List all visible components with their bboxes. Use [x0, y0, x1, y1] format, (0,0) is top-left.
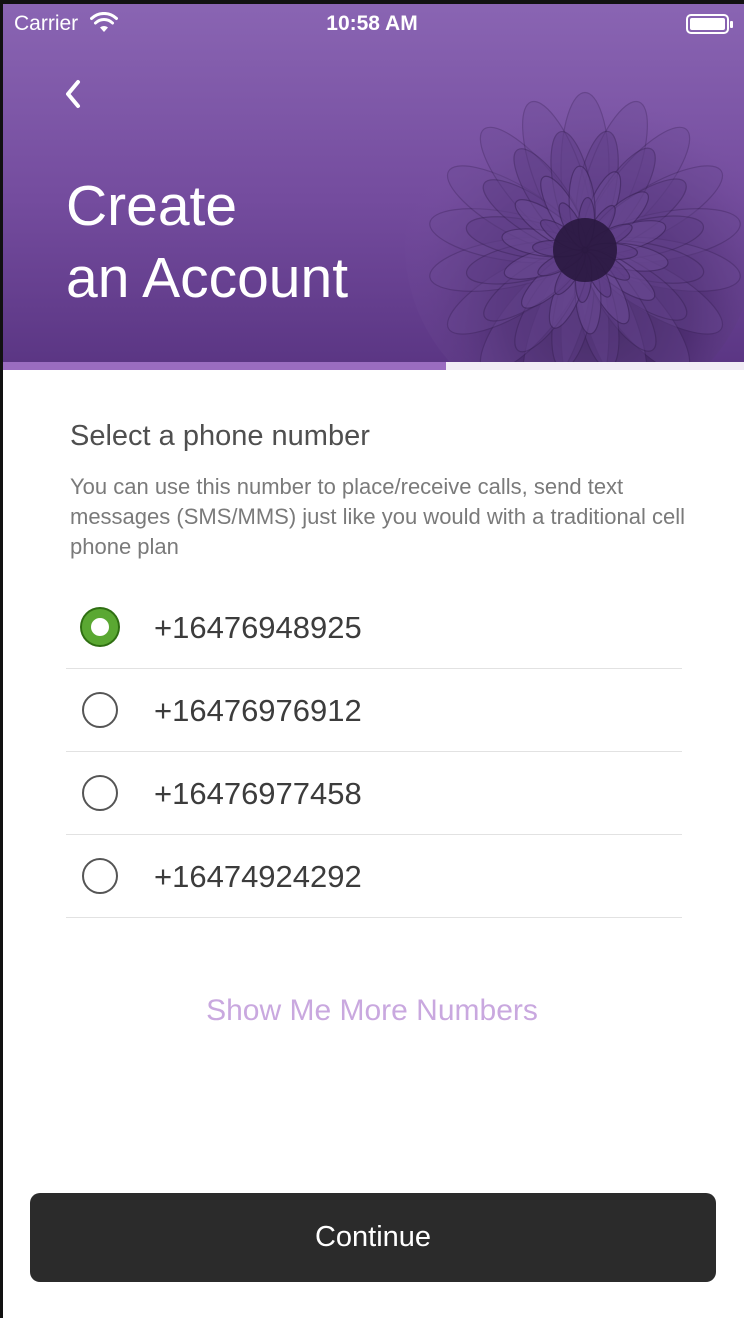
phone-number-label: +16476948925 — [154, 610, 362, 645]
radio-button[interactable] — [82, 775, 118, 811]
progress-bar — [0, 362, 744, 370]
progress-bar-fill — [0, 362, 447, 370]
phone-number-option[interactable]: +16476977458 — [66, 752, 682, 835]
continue-button[interactable]: Continue — [30, 1193, 716, 1282]
radio-button[interactable] — [82, 858, 118, 894]
page-title-line-2: an Account — [66, 246, 349, 310]
phone-number-option[interactable]: +16476976912 — [66, 669, 682, 752]
radio-button[interactable] — [82, 609, 118, 645]
chevron-left-icon — [66, 80, 80, 108]
status-time: 10:58 AM — [326, 12, 418, 35]
page-title: Create an Account — [66, 170, 348, 314]
header-banner: Carrier 10:58 AM Create an Account — [0, 0, 744, 362]
frame-border-left — [0, 0, 3, 1318]
phone-number-option[interactable]: +16474924292 — [66, 835, 682, 918]
radio-button[interactable] — [82, 692, 118, 728]
phone-number-label: +16476977458 — [154, 776, 362, 811]
frame-border-top — [0, 0, 744, 4]
show-more-numbers-link[interactable]: Show Me More Numbers — [0, 994, 744, 1028]
page-title-line-1: Create — [66, 174, 238, 238]
section-description: You can use this number to place/receive… — [70, 474, 686, 559]
create-account-screen: Carrier 10:58 AM Create an Account Selec… — [0, 0, 744, 1318]
phone-number-label: +16474924292 — [154, 859, 362, 894]
phone-number-list: +16476948925 +16476976912 +16476977458 +… — [66, 586, 682, 918]
battery-icon — [686, 14, 733, 34]
phone-number-label: +16476976912 — [154, 693, 362, 728]
flower-background-image — [405, 70, 744, 362]
section-title: Select a phone number — [70, 420, 370, 452]
status-bar: Carrier 10:58 AM — [0, 4, 744, 44]
back-button[interactable] — [52, 70, 96, 118]
phone-number-option[interactable]: +16476948925 — [66, 586, 682, 669]
